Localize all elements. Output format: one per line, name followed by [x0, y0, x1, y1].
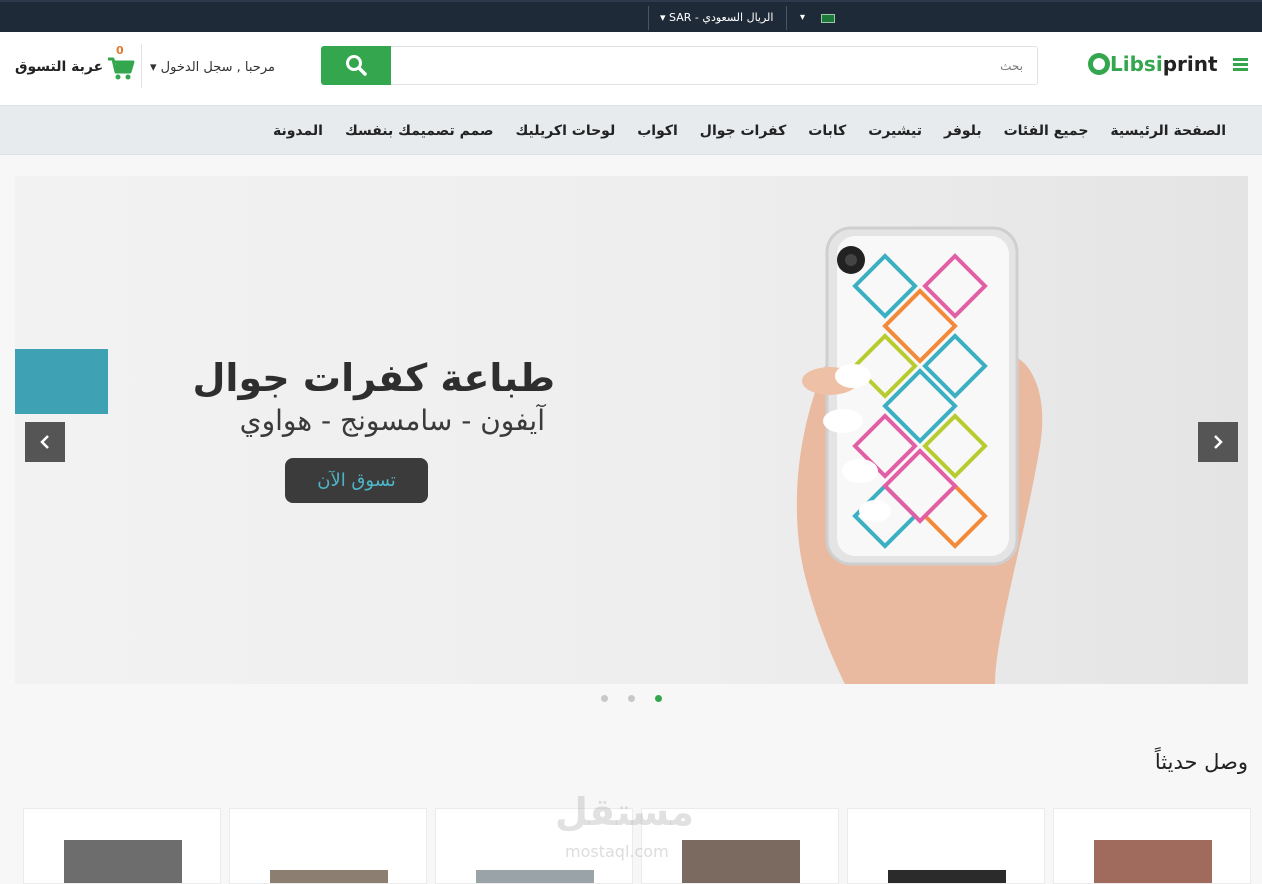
product-thumbnail[interactable] [1094, 840, 1212, 883]
nav-item-phone-cases[interactable]: كفرات جوال [700, 123, 786, 139]
header-divider [141, 44, 142, 88]
currency-label: SAR - الريال السعودي [669, 11, 774, 24]
logo-mark-icon [1088, 53, 1110, 75]
shopping-cart-icon[interactable] [106, 54, 136, 82]
hero-subtitle: آيفون - سامسونج - هواوي [239, 404, 545, 437]
product-card[interactable] [229, 808, 427, 884]
hamburger-menu-icon[interactable] [1233, 58, 1248, 72]
chevron-right-icon [1214, 435, 1223, 449]
nav-item-caps[interactable]: كابات [808, 123, 846, 139]
nav-item-blog[interactable]: المدونة [273, 123, 323, 139]
currency-caret-icon: ▾ [660, 11, 666, 24]
topbar-divider [648, 6, 649, 30]
product-thumbnail[interactable] [64, 840, 182, 883]
phone-case-image [796, 226, 1043, 684]
product-card[interactable] [1053, 808, 1251, 884]
product-thumbnail[interactable] [682, 840, 800, 883]
slider-dot-1[interactable] [601, 695, 608, 702]
saudi-flag-icon[interactable] [821, 14, 835, 23]
top-bar: ▾ SAR - الريال السعودي ▾ [0, 0, 1262, 32]
nav-item-mugs[interactable]: اكواب [637, 123, 678, 139]
site-logo[interactable]: Libsi print [1088, 48, 1218, 80]
shop-now-button[interactable]: تسوق الآن [285, 458, 428, 503]
logo-text-part2: print [1162, 52, 1218, 76]
slider-dot-3[interactable] [655, 695, 662, 702]
watermark-url: mostaql.com [565, 842, 669, 861]
decorative-teal-block [15, 349, 108, 414]
product-card[interactable] [23, 808, 221, 884]
hero-slider[interactable]: طباعة كفرات جوال آيفون - سامسونج - هواوي… [15, 176, 1248, 684]
product-thumbnail[interactable] [270, 870, 388, 883]
nav-item-acrylic-boards[interactable]: لوحات اكريليك [516, 123, 616, 139]
nav-item-home[interactable]: الصفحة الرئيسية [1110, 123, 1226, 139]
chevron-left-icon [40, 435, 49, 449]
slider-pagination [600, 695, 662, 703]
nav-item-design-yourself[interactable]: صمم تصميمك بنفسك [345, 123, 494, 139]
product-card[interactable] [847, 808, 1045, 884]
search-icon [346, 55, 367, 76]
login-link[interactable]: ▾ مرحبا , سجل الدخول [150, 60, 275, 75]
nav-item-all-categories[interactable]: جميع الفئات [1004, 123, 1089, 139]
language-caret-icon: ▾ [800, 12, 806, 23]
nav-item-pullover[interactable]: بلوفر [944, 123, 982, 139]
slider-next-button[interactable] [1198, 422, 1238, 462]
currency-selector[interactable]: ▾ SAR - الريال السعودي [660, 2, 773, 34]
slider-prev-button[interactable] [25, 422, 65, 462]
slider-dot-2[interactable] [628, 695, 635, 702]
cart-label[interactable]: عربة التسوق [15, 59, 103, 75]
header: عربة التسوق 0 ▾ مرحبا , سجل الدخول Libsi… [0, 32, 1262, 105]
search-input[interactable] [391, 46, 1038, 85]
watermark-arabic: مستقل [555, 790, 694, 834]
nav-item-tshirt[interactable]: تيشيرت [868, 123, 922, 139]
login-text: مرحبا , سجل الدخول [160, 60, 275, 75]
main-nav: الصفحة الرئيسية جميع الفئات بلوفر تيشيرت… [0, 105, 1262, 155]
topbar-divider [786, 6, 787, 30]
login-caret-icon: ▾ [150, 60, 157, 75]
new-arrivals-title: وصل حديثاً [1154, 750, 1248, 774]
logo-text-part1: Libsi [1110, 52, 1163, 76]
search-button[interactable] [321, 46, 391, 85]
language-selector[interactable]: ▾ [800, 2, 805, 34]
product-thumbnail[interactable] [476, 870, 594, 883]
cart-count-badge: 0 [116, 44, 124, 57]
product-thumbnail[interactable] [888, 870, 1006, 883]
hero-title: طباعة كفرات جوال [192, 356, 555, 400]
